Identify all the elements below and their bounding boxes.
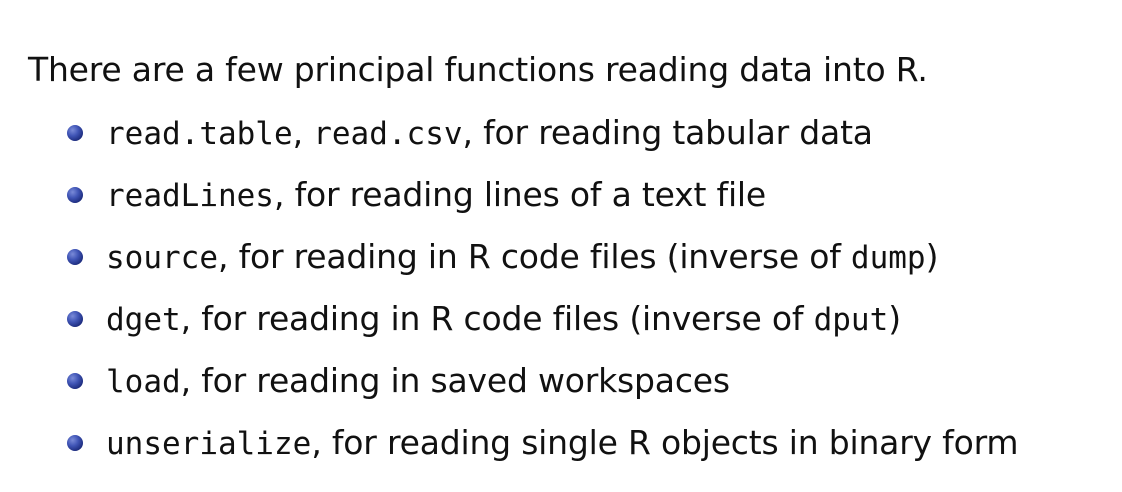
slide: There are a few principal functions read… xyxy=(0,0,1122,492)
code-text: dput xyxy=(813,302,889,338)
item-text: , for reading in R code files (inverse o… xyxy=(180,299,814,338)
code-text: dump xyxy=(850,240,926,276)
list-item: source, for reading in R code files (inv… xyxy=(0,234,1018,296)
bullet-icon xyxy=(67,311,83,327)
bullet-icon xyxy=(67,435,83,451)
list-item: readLines, for reading lines of a text f… xyxy=(0,172,1018,234)
code-text: unserialize xyxy=(106,426,312,462)
item-text: ) xyxy=(888,299,901,338)
bullet-icon xyxy=(67,373,83,389)
bullet-list: read.table, read.csv, for reading tabula… xyxy=(0,110,1019,482)
item-text: , for reading single R objects in binary… xyxy=(311,423,1019,462)
list-item: unserialize, for reading single R object… xyxy=(0,420,1019,482)
item-text: , for reading lines of a text file xyxy=(273,175,766,214)
bullet-icon xyxy=(67,125,83,141)
code-text: dget xyxy=(106,302,181,338)
list-item: dget, for reading in R code files (inver… xyxy=(0,296,1018,358)
code-text: readLines xyxy=(106,178,274,214)
item-text: , for reading in saved workspaces xyxy=(180,361,730,400)
code-text: source xyxy=(106,240,218,276)
item-text: , for reading in R code files (inverse o… xyxy=(217,237,851,276)
bullet-icon xyxy=(67,249,83,265)
code-text: load xyxy=(106,364,181,400)
code-text: read.table xyxy=(106,116,293,152)
code-text: read.csv xyxy=(313,116,463,152)
list-item: load, for reading in saved workspaces xyxy=(0,358,1018,420)
list-item: read.table, read.csv, for reading tabula… xyxy=(0,110,1018,172)
item-text: , for reading tabular data xyxy=(462,113,873,152)
intro-text: There are a few principal functions read… xyxy=(28,50,928,89)
bullet-icon xyxy=(67,187,83,203)
item-text: , xyxy=(292,113,314,152)
item-text: ) xyxy=(925,237,939,276)
